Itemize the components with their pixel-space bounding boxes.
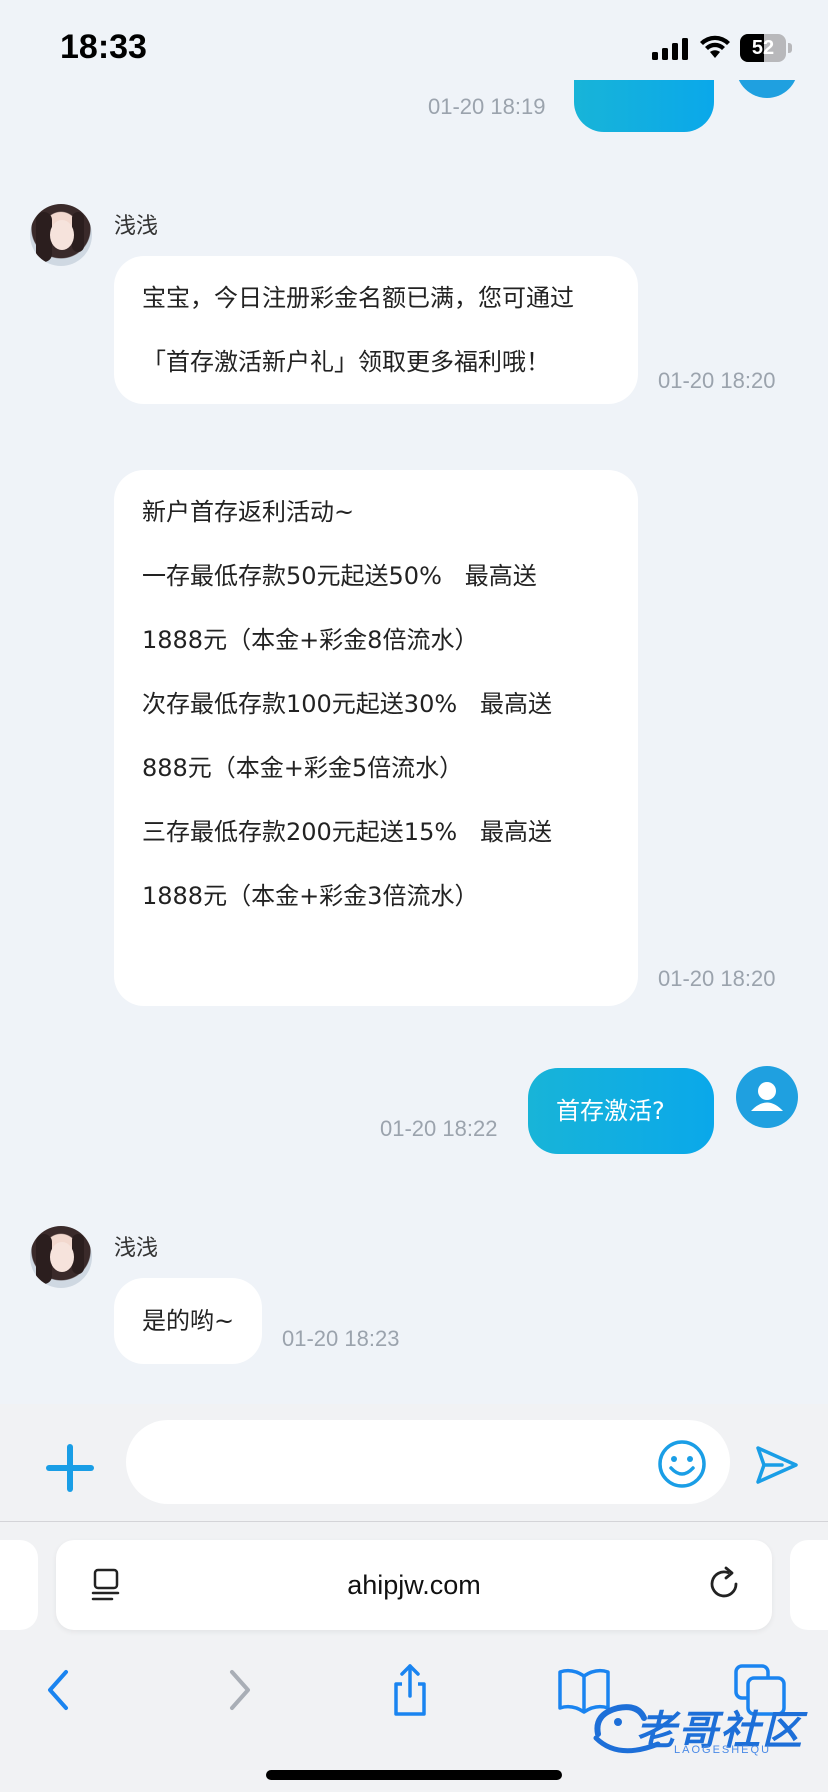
message-time: 01-20 18:22 [380,1116,498,1141]
message-text: 是的哟~ [142,1307,235,1335]
battery-level: 52 [751,37,775,59]
watermark-subtext: LAOGESHEQU [674,1744,772,1756]
message-text-line: 1888元（本金+彩金3倍流水） [142,882,479,910]
message-time: 01-20 18:19 [428,94,546,119]
status-time: 18:33 [60,28,147,66]
message-text-line: 次存最低存款100元起送30% 最高送 [142,690,553,718]
user-avatar[interactable] [736,1066,798,1128]
message-bubble-incoming[interactable]: 是的哟~ [114,1278,262,1364]
message-text-line: 888元（本金+彩金5倍流水） [142,754,464,782]
url-field[interactable]: ahipjw.com [56,1540,772,1630]
share-icon[interactable] [380,1660,440,1720]
message-text: 首存激活? [556,1097,665,1125]
message-time: 01-20 18:20 [658,368,776,393]
message-input-bar [0,1404,828,1522]
contact-avatar[interactable] [30,1226,92,1288]
message-time: 01-20 18:23 [282,1326,400,1351]
plus-icon[interactable] [42,1440,98,1496]
message-text-line: 三存最低存款200元起送15% 最高送 [142,818,553,846]
contact-avatar[interactable] [30,204,92,266]
browser-address-bar: ahipjw.com [0,1522,828,1640]
message-text-line: 1888元（本金+彩金8倍流水） [142,626,479,654]
screen: 18:33 52 01-20 18:19 浅浅 宝宝，今日注册彩金名额已满，您可… [0,0,828,1792]
message-text-line: 「首存激活新户礼」领取更多福利哦！ [142,348,550,376]
message-time: 01-20 18:20 [658,966,776,991]
message-text-line: 新户首存返利活动~ [142,498,355,526]
chat-area[interactable]: 01-20 18:19 浅浅 宝宝，今日注册彩金名额已满，您可通过 「首存激活新… [0,80,828,1404]
message-text-line: 宝宝，今日注册彩金名额已满，您可通过 [142,284,574,312]
page-menu-icon[interactable] [90,1568,124,1602]
forward-icon[interactable] [208,1660,268,1720]
message-text-line: 一存最低存款50元起送50% 最高送 [142,562,537,590]
user-icon [751,1082,783,1111]
signal-icon [652,38,688,60]
sender-name: 浅浅 [114,214,159,239]
emoji-icon[interactable] [656,1438,708,1490]
battery-indicator: 52 [740,34,792,62]
url-text: ahipjw.com [347,1570,481,1600]
sender-name: 浅浅 [114,1236,159,1261]
back-icon[interactable] [30,1660,90,1720]
message-bubble-incoming[interactable]: 宝宝，今日注册彩金名额已满，您可通过 「首存激活新户礼」领取更多福利哦！ [114,256,638,404]
previous-tab-preview[interactable] [0,1540,38,1630]
message-bubble-incoming[interactable]: 新户首存返利活动~ 一存最低存款50元起送50% 最高送 1888元（本金+彩金… [114,470,638,1006]
watermark-logo: 老哥社区 LAOGESHEQU [588,1694,824,1762]
message-input[interactable] [126,1420,730,1504]
message-bubble-outgoing-partial[interactable] [574,80,714,132]
send-icon[interactable] [752,1440,802,1490]
user-avatar[interactable] [736,80,798,98]
next-tab-preview[interactable] [790,1540,828,1630]
reload-icon[interactable] [706,1566,742,1602]
wifi-icon [700,35,730,58]
message-bubble-outgoing[interactable]: 首存激活? [528,1068,714,1154]
home-indicator[interactable] [266,1770,562,1780]
browser-toolbar: 老哥社区 LAOGESHEQU [0,1640,828,1792]
